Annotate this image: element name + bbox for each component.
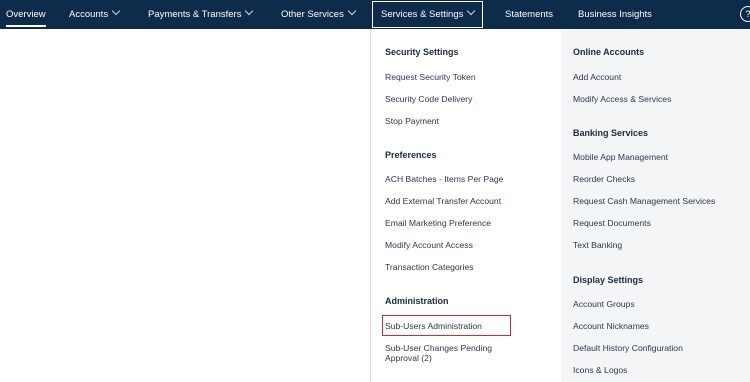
link-request-security-token[interactable]: Request Security Token — [385, 72, 476, 82]
display-settings-heading: Display Settings — [573, 275, 644, 285]
top-navbar: Overview Accounts Payments & Transfers O… — [0, 0, 750, 29]
link-ach-batches[interactable]: ACH Batches - Items Per Page — [385, 174, 503, 184]
nav-other-services[interactable]: Other Services — [281, 0, 357, 29]
link-account-nicknames[interactable]: Account Nicknames — [573, 321, 649, 331]
link-email-marketing-preference[interactable]: Email Marketing Preference — [385, 218, 491, 228]
online-accounts-heading: Online Accounts — [573, 47, 645, 57]
nav-overview[interactable]: Overview — [6, 0, 46, 29]
link-stop-payment[interactable]: Stop Payment — [385, 116, 439, 126]
nav-services-settings[interactable]: Services & Settings — [372, 1, 484, 28]
nav-statements[interactable]: Statements — [505, 0, 553, 29]
nav-business-insights-label: Business Insights — [578, 9, 652, 20]
link-account-groups[interactable]: Account Groups — [573, 299, 635, 309]
nav-accounts[interactable]: Accounts — [69, 0, 121, 29]
banking-services-heading: Banking Services — [573, 128, 649, 138]
link-sub-user-changes-pending[interactable]: Sub-User Changes Pending Approval (2) — [385, 343, 525, 363]
nav-payments-transfers[interactable]: Payments & Transfers — [148, 0, 254, 29]
link-reorder-checks[interactable]: Reorder Checks — [573, 174, 635, 184]
link-security-code-delivery[interactable]: Security Code Delivery — [385, 94, 472, 104]
highlight-box — [382, 315, 511, 336]
link-modify-access-services[interactable]: Modify Access & Services — [573, 94, 671, 104]
link-add-external-transfer-account[interactable]: Add External Transfer Account — [385, 196, 501, 206]
nav-overview-label: Overview — [6, 9, 46, 20]
chevron-down-icon — [467, 6, 476, 16]
administration-heading: Administration — [385, 296, 449, 306]
chevron-down-icon — [111, 6, 121, 16]
chevron-down-icon — [347, 6, 357, 16]
link-request-documents[interactable]: Request Documents — [573, 218, 651, 228]
preferences-heading: Preferences — [385, 150, 437, 160]
nav-accounts-label: Accounts — [69, 9, 109, 20]
link-add-account[interactable]: Add Account — [573, 72, 621, 82]
nav-payments-label: Payments & Transfers — [148, 9, 242, 20]
link-mobile-app-management[interactable]: Mobile App Management — [573, 152, 668, 162]
chevron-down-icon — [245, 6, 254, 16]
nav-business-insights[interactable]: Business Insights — [578, 0, 652, 29]
menu-left-border — [370, 29, 371, 382]
link-transaction-categories[interactable]: Transaction Categories — [385, 262, 474, 272]
nav-other-services-label: Other Services — [281, 9, 344, 20]
link-default-history-configuration[interactable]: Default History Configuration — [573, 343, 683, 353]
nav-statements-label: Statements — [505, 9, 554, 20]
link-text-banking[interactable]: Text Banking — [573, 240, 622, 250]
nav-services-settings-label: Services & Settings — [381, 9, 464, 20]
link-modify-account-access[interactable]: Modify Account Access — [385, 240, 473, 250]
help-icon[interactable]: ? — [740, 6, 750, 22]
security-settings-heading: Security Settings — [385, 47, 459, 57]
link-request-cash-management-services[interactable]: Request Cash Management Services — [573, 196, 715, 206]
link-icons-logos[interactable]: Icons & Logos — [573, 365, 627, 375]
